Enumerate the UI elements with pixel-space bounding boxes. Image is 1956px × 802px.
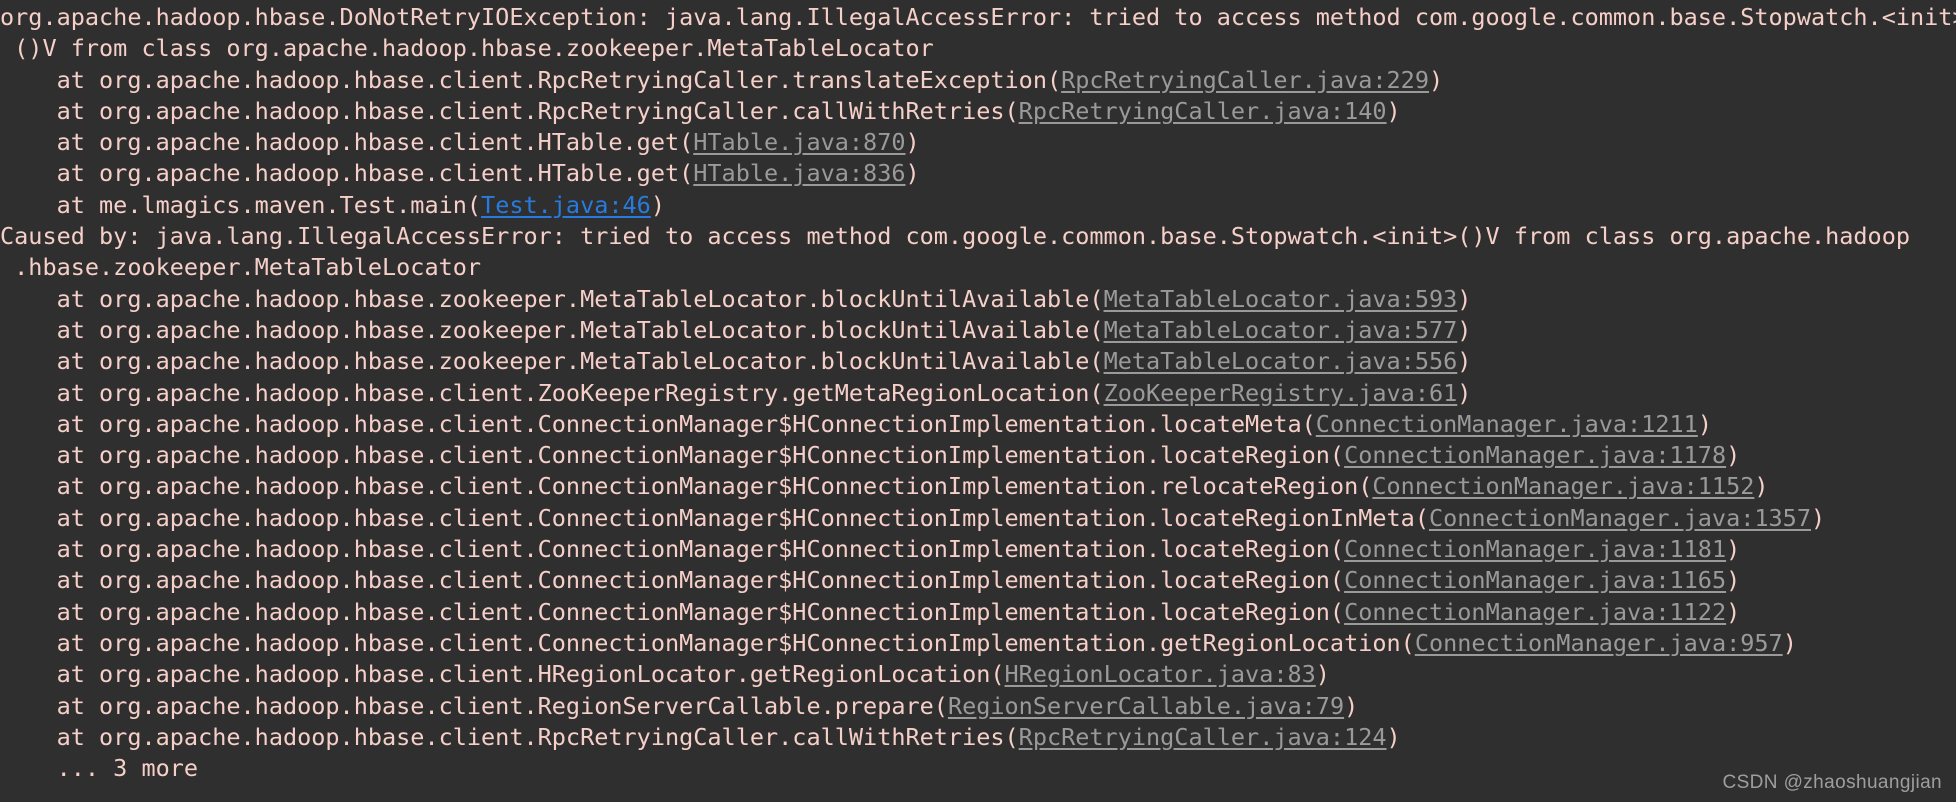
frame-closing-paren: ) xyxy=(1386,96,1401,125)
frame-closing-paren: ) xyxy=(905,159,920,188)
frame-method-text: at org.apache.hadoop.hbase.client.Connec… xyxy=(0,628,1415,657)
source-file-link[interactable]: RpcRetryingCaller.java:229 xyxy=(1061,66,1429,94)
stack-trace-output: org.apache.hadoop.hbase.DoNotRetryIOExce… xyxy=(0,0,1956,784)
frame-method-text: at org.apache.hadoop.hbase.zookeeper.Met… xyxy=(0,315,1104,344)
source-file-link[interactable]: MetaTableLocator.java:577 xyxy=(1104,316,1458,344)
stack-trace-line: at org.apache.hadoop.hbase.zookeeper.Met… xyxy=(0,315,1956,346)
stack-trace-line: at me.lmagics.maven.Test.main(Test.java:… xyxy=(0,190,1956,221)
frame-method-text: at org.apache.hadoop.hbase.client.Connec… xyxy=(0,409,1316,438)
frame-method-text: at org.apache.hadoop.hbase.zookeeper.Met… xyxy=(0,284,1104,313)
exception-message-text: .hbase.zookeeper.MetaTableLocator xyxy=(0,253,482,282)
stack-trace-line: at org.apache.hadoop.hbase.client.RpcRet… xyxy=(0,722,1956,753)
stack-trace-line: at org.apache.hadoop.hbase.zookeeper.Met… xyxy=(0,284,1956,315)
exception-message-text: org.apache.hadoop.hbase.DoNotRetryIOExce… xyxy=(0,3,1956,31)
frame-method-text: at org.apache.hadoop.hbase.client.Connec… xyxy=(0,441,1345,470)
frame-method-text: at org.apache.hadoop.hbase.client.RpcRet… xyxy=(0,722,1019,751)
stack-trace-line: at org.apache.hadoop.hbase.client.HTable… xyxy=(0,158,1956,189)
source-file-link[interactable]: ConnectionManager.java:1122 xyxy=(1344,598,1726,626)
source-file-link[interactable]: ConnectionManager.java:1178 xyxy=(1344,441,1726,469)
frame-closing-paren: ) xyxy=(650,190,665,219)
frame-closing-paren: ) xyxy=(1457,315,1472,344)
stack-trace-line: at org.apache.hadoop.hbase.client.RpcRet… xyxy=(0,65,1956,96)
source-file-link[interactable]: ConnectionManager.java:1181 xyxy=(1344,535,1726,563)
stack-trace-line: at org.apache.hadoop.hbase.client.Connec… xyxy=(0,597,1956,628)
frame-closing-paren: ) xyxy=(1457,347,1472,376)
frame-closing-paren: ) xyxy=(905,128,920,157)
stack-trace-line: at org.apache.hadoop.hbase.client.HTable… xyxy=(0,127,1956,158)
frame-method-text: at org.apache.hadoop.hbase.client.Connec… xyxy=(0,472,1373,501)
csdn-watermark: CSDN @zhaoshuangjian xyxy=(1722,772,1942,793)
source-file-link[interactable]: RpcRetryingCaller.java:140 xyxy=(1019,97,1387,125)
frame-closing-paren: ) xyxy=(1810,503,1826,532)
stack-trace-line: Caused by: java.lang.IllegalAccessError:… xyxy=(0,221,1956,252)
frame-method-text: at org.apache.hadoop.hbase.client.ZooKee… xyxy=(0,378,1104,407)
frame-closing-paren: ) xyxy=(1726,535,1741,564)
frame-method-text: at me.lmagics.maven.Test.main( xyxy=(0,190,482,219)
source-file-link[interactable]: HTable.java:870 xyxy=(693,128,905,156)
source-file-link[interactable]: RpcRetryingCaller.java:124 xyxy=(1019,723,1387,751)
frame-closing-paren: ) xyxy=(1726,441,1741,470)
stack-trace-line: at org.apache.hadoop.hbase.zookeeper.Met… xyxy=(0,346,1956,377)
frame-method-text: at org.apache.hadoop.hbase.client.RpcRet… xyxy=(0,96,1019,125)
frame-method-text: at org.apache.hadoop.hbase.client.HTable… xyxy=(0,128,694,157)
truncated-frames-text: ... 3 more xyxy=(0,754,199,783)
source-file-link[interactable]: MetaTableLocator.java:593 xyxy=(1104,285,1458,313)
source-file-link[interactable]: ConnectionManager.java:1152 xyxy=(1372,472,1754,500)
source-file-link[interactable]: ConnectionManager.java:1357 xyxy=(1429,504,1811,532)
source-file-link[interactable]: ConnectionManager.java:1211 xyxy=(1316,410,1698,438)
frame-closing-paren: ) xyxy=(1386,722,1401,751)
frame-closing-paren: ) xyxy=(1697,409,1712,438)
frame-method-text: at org.apache.hadoop.hbase.client.HRegio… xyxy=(0,660,1005,689)
stack-trace-line: at org.apache.hadoop.hbase.client.Connec… xyxy=(0,534,1956,565)
frame-method-text: at org.apache.hadoop.hbase.client.RpcRet… xyxy=(0,65,1062,94)
stack-trace-line: at org.apache.hadoop.hbase.client.ZooKee… xyxy=(0,378,1956,409)
stack-trace-line: at org.apache.hadoop.hbase.client.Connec… xyxy=(0,565,1956,596)
stack-trace-line: at org.apache.hadoop.hbase.client.Connec… xyxy=(0,440,1956,471)
frame-closing-paren: ) xyxy=(1428,65,1444,94)
stack-trace-line: at org.apache.hadoop.hbase.client.Connec… xyxy=(0,628,1956,659)
source-file-link[interactable]: RegionServerCallable.java:79 xyxy=(948,692,1344,720)
frame-method-text: at org.apache.hadoop.hbase.client.Region… xyxy=(0,691,948,720)
stack-trace-line: .hbase.zookeeper.MetaTableLocator xyxy=(0,252,1956,283)
frame-method-text: at org.apache.hadoop.hbase.zookeeper.Met… xyxy=(0,347,1104,376)
source-file-link[interactable]: ZooKeeperRegistry.java:61 xyxy=(1104,379,1458,407)
exception-message-text: Caused by: java.lang.IllegalAccessError:… xyxy=(0,222,1911,251)
frame-closing-paren: ) xyxy=(1754,472,1769,501)
console-output-pane[interactable]: org.apache.hadoop.hbase.DoNotRetryIOExce… xyxy=(0,0,1956,802)
frame-method-text: at org.apache.hadoop.hbase.client.Connec… xyxy=(0,503,1429,532)
stack-trace-line: ... 3 more xyxy=(0,753,1956,784)
frame-closing-paren: ) xyxy=(1726,597,1741,626)
frame-method-text: at org.apache.hadoop.hbase.client.Connec… xyxy=(0,597,1345,626)
source-file-link[interactable]: ConnectionManager.java:1165 xyxy=(1344,566,1726,594)
source-file-link[interactable]: HTable.java:836 xyxy=(693,159,905,187)
stack-trace-line: at org.apache.hadoop.hbase.client.Connec… xyxy=(0,471,1956,502)
frame-closing-paren: ) xyxy=(1726,566,1741,595)
frame-closing-paren: ) xyxy=(1457,378,1472,407)
frame-method-text: at org.apache.hadoop.hbase.client.Connec… xyxy=(0,566,1345,595)
frame-method-text: at org.apache.hadoop.hbase.client.HTable… xyxy=(0,159,694,188)
frame-method-text: at org.apache.hadoop.hbase.client.Connec… xyxy=(0,535,1345,564)
frame-closing-paren: ) xyxy=(1344,691,1359,720)
stack-trace-line: at org.apache.hadoop.hbase.client.HRegio… xyxy=(0,659,1956,690)
stack-trace-line: at org.apache.hadoop.hbase.client.Region… xyxy=(0,691,1956,722)
source-file-link[interactable]: MetaTableLocator.java:556 xyxy=(1104,347,1458,375)
frame-closing-paren: ) xyxy=(1457,284,1472,313)
stack-trace-line: org.apache.hadoop.hbase.DoNotRetryIOExce… xyxy=(0,2,1956,33)
source-file-link[interactable]: ConnectionManager.java:957 xyxy=(1415,629,1783,657)
source-file-link[interactable]: HRegionLocator.java:83 xyxy=(1005,660,1316,688)
stack-trace-line: at org.apache.hadoop.hbase.client.RpcRet… xyxy=(0,96,1956,127)
frame-closing-paren: ) xyxy=(1315,660,1330,689)
frame-closing-paren: ) xyxy=(1782,628,1797,657)
stack-trace-line: ()V from class org.apache.hadoop.hbase.z… xyxy=(0,33,1956,64)
source-file-link[interactable]: Test.java:46 xyxy=(481,191,651,219)
exception-message-text: ()V from class org.apache.hadoop.hbase.z… xyxy=(0,34,934,63)
stack-trace-line: at org.apache.hadoop.hbase.client.Connec… xyxy=(0,409,1956,440)
stack-trace-line: at org.apache.hadoop.hbase.client.Connec… xyxy=(0,503,1956,534)
